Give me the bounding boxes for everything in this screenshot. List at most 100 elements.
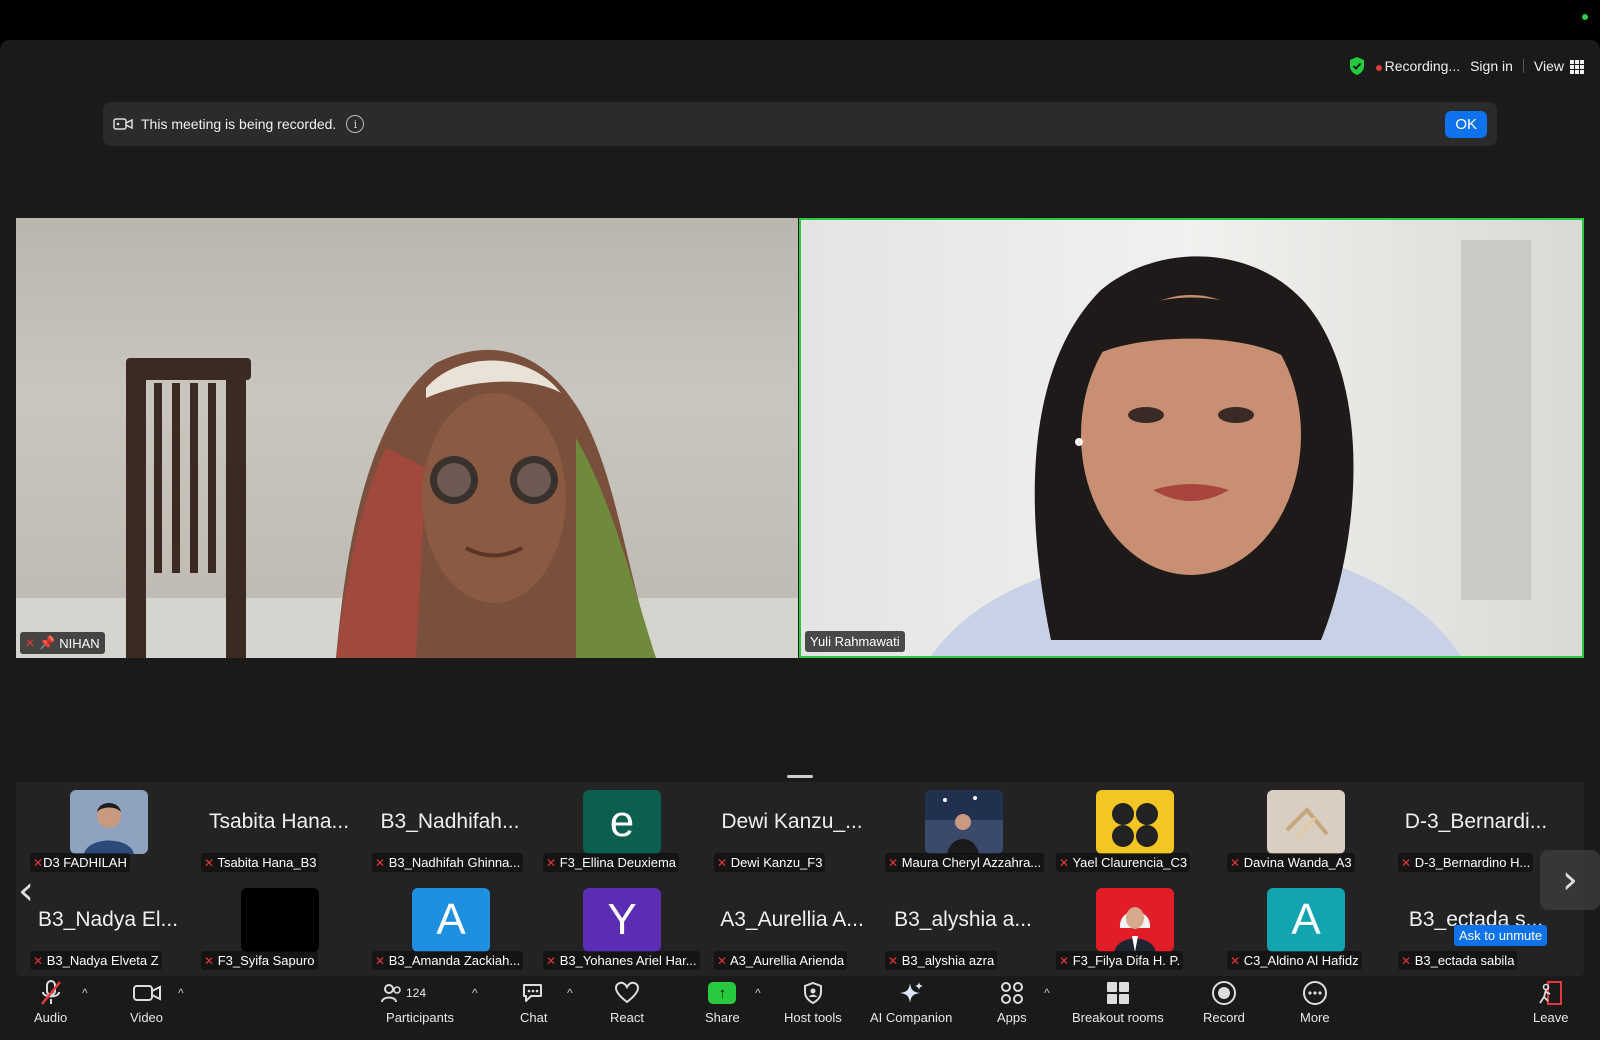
breakout-rooms-button[interactable]: Breakout rooms (1072, 978, 1164, 1025)
share-button[interactable]: ↑ Share (705, 978, 740, 1025)
audio-button[interactable]: Audio (34, 978, 67, 1025)
apps-button[interactable]: Apps (997, 978, 1027, 1025)
host-tools-button[interactable]: Host tools (784, 978, 842, 1025)
record-label: Record (1203, 1010, 1245, 1025)
muted-mic-icon: ✕ (1401, 856, 1412, 870)
muted-mic-icon: ✕ (717, 954, 728, 968)
participant-video-feed (931, 240, 1531, 656)
participant-display-name: D-3_Bernardi... (1404, 810, 1548, 833)
video-camera-icon (132, 978, 162, 1008)
react-button[interactable]: React (610, 978, 644, 1025)
participant-video-feed (16, 349, 798, 658)
participant-tile[interactable]: Tsabita Hana... ✕ Tsabita Hana_B3 (195, 782, 363, 874)
shield-icon (802, 978, 824, 1008)
avatar (241, 888, 319, 952)
participant-label: ✕ F3_Syifa Sapuro (201, 951, 318, 970)
participant-tile[interactable]: A ✕ C3_Aldino Al Hafidz (1221, 880, 1389, 972)
record-button[interactable]: Record (1203, 978, 1245, 1025)
gallery-prev-arrow-icon[interactable]: ‹ (18, 868, 34, 914)
participant-tile[interactable]: ✕ F3_Filya Difa H. P. (1050, 880, 1218, 972)
participant-tile[interactable]: Y ✕ B3_Yohanes Ariel Har... (537, 880, 705, 972)
video-button[interactable]: Video (130, 978, 163, 1025)
participant-label: ✕ B3_Nadya Elveta Z (30, 951, 162, 970)
ai-companion-button[interactable]: AI Companion (870, 978, 952, 1025)
participant-tile[interactable]: ✕ F3_Syifa Sapuro (195, 880, 363, 972)
participant-display-name: B3_Nadya El... (37, 908, 179, 931)
muted-mic-icon: ✕ (1401, 954, 1412, 968)
participant-label: ✕ F3_Ellina Deuxiema (543, 853, 680, 872)
muted-mic-icon: ✕ (375, 856, 386, 870)
participant-name: Yael Claurencia_C3 (1072, 855, 1188, 870)
participants-button[interactable]: 124 Participants (380, 978, 460, 1025)
audio-options-caret-icon[interactable]: ^ (82, 986, 88, 1000)
recording-notice-banner: This meeting is being recorded. i OK (103, 102, 1497, 146)
apps-options-caret-icon[interactable]: ^ (1044, 986, 1050, 1000)
participant-label: ✕ B3_ectada sabila (1398, 951, 1518, 970)
participants-count: 124 (406, 986, 427, 1000)
participant-tile[interactable]: A3_Aurellia A... ✕ A3_Aurellia Arienda (708, 880, 876, 972)
zoom-meeting-window: Recording... Sign in View This meeting i… (0, 40, 1600, 1040)
info-icon[interactable]: i (346, 115, 365, 133)
participant-tile[interactable]: ✕ Davina Wanda_A3 (1221, 782, 1389, 874)
avatar-photo (1285, 807, 1329, 840)
host-tools-label: Host tools (784, 1010, 842, 1025)
participant-tile[interactable]: B3_Nadya El... ✕ B3_Nadya Elveta Z (24, 880, 192, 972)
participants-label: Participants (386, 1010, 454, 1025)
pin-icon: 📌 (39, 635, 56, 650)
participant-label: ✕ Davina Wanda_A3 (1227, 853, 1355, 872)
heart-icon (614, 978, 640, 1008)
share-options-caret-icon[interactable]: ^ (755, 986, 761, 1000)
participant-name: Maura Cheryl Azzahra... (901, 855, 1042, 870)
chat-button[interactable]: Chat (520, 978, 547, 1025)
participant-tile[interactable]: e ✕ F3_Ellina Deuxiema (537, 782, 705, 874)
sign-in-link[interactable]: Sign in (1470, 58, 1513, 74)
video-tile-nihan[interactable]: ✕ 📌 NIHAN (16, 218, 798, 658)
panel-resize-handle[interactable] (787, 775, 813, 778)
participant-tile[interactable]: B3_alyshia a... ✕ B3_alyshia azra (879, 880, 1047, 972)
participant-display-name: B3_alyshia a... (894, 908, 1032, 931)
avatar (1096, 888, 1174, 952)
participants-options-caret-icon[interactable]: ^ (472, 986, 478, 1000)
gallery-strip: ✕D3 FADHILAH Tsabita Hana... ✕ Tsabita H… (16, 782, 1584, 976)
participant-label: ✕ C3_Aldino Al Hafidz (1227, 951, 1362, 970)
audio-label: Audio (34, 1010, 68, 1025)
leave-door-icon (1537, 978, 1565, 1008)
breakout-rooms-icon (1105, 978, 1131, 1008)
react-label: React (610, 1010, 644, 1025)
more-label: More (1300, 1010, 1330, 1025)
avatar (1267, 790, 1345, 854)
participant-label: ✕D3 FADHILAH (30, 853, 130, 872)
chat-options-caret-icon[interactable]: ^ (567, 986, 573, 1000)
ok-button[interactable]: OK (1445, 110, 1487, 138)
muted-mic-icon: ✕ (546, 954, 557, 968)
divider (1522, 59, 1524, 73)
video-tile-yuli-rahmawati[interactable]: Yuli Rahmawati (799, 218, 1584, 658)
avatar-photo (1114, 907, 1156, 952)
participant-name-tag: Yuli Rahmawati (805, 631, 905, 652)
record-icon (1211, 978, 1237, 1008)
system-top-strip (0, 0, 1600, 40)
ask-to-unmute-button[interactable]: Ask to unmute (1454, 925, 1548, 946)
participant-tile[interactable]: ✕ Maura Cheryl Azzahra... (879, 782, 1047, 874)
participant-tile[interactable]: ✕D3 FADHILAH (24, 782, 192, 874)
participant-tile[interactable]: A ✕ B3_Amanda Zackiah... (366, 880, 534, 972)
more-ellipsis-icon (1302, 978, 1328, 1008)
recording-camera-icon (113, 118, 133, 130)
participant-name: Tsabita Hana_B3 (217, 855, 317, 870)
recording-status[interactable]: Recording... (1375, 58, 1460, 74)
participant-name: F3_Ellina Deuxiema (559, 855, 677, 870)
more-button[interactable]: More (1300, 978, 1330, 1025)
participant-name: A3_Aurellia Arienda (729, 953, 845, 968)
participant-display-name: A3_Aurellia A... (720, 908, 864, 931)
encryption-shield-icon[interactable] (1348, 56, 1366, 76)
participant-tile[interactable]: ✕ Yael Claurencia_C3 (1050, 782, 1218, 874)
leave-button[interactable]: Leave (1533, 978, 1568, 1025)
avatar: e (583, 790, 661, 854)
gallery-next-arrow-icon[interactable]: › (1540, 850, 1600, 910)
video-options-caret-icon[interactable]: ^ (178, 986, 184, 1000)
participant-name: B3_ectada sabila (1414, 953, 1515, 968)
view-button[interactable]: View (1534, 58, 1584, 75)
participant-tile[interactable]: D-3_Bernardi... ✕ D-3_Bernardino H... (1392, 782, 1560, 874)
participant-tile[interactable]: Dewi Kanzu_... ✕ Dewi Kanzu_F3 (708, 782, 876, 874)
participant-tile[interactable]: B3_Nadhifah... ✕ B3_Nadhifah Ghinna... (366, 782, 534, 874)
